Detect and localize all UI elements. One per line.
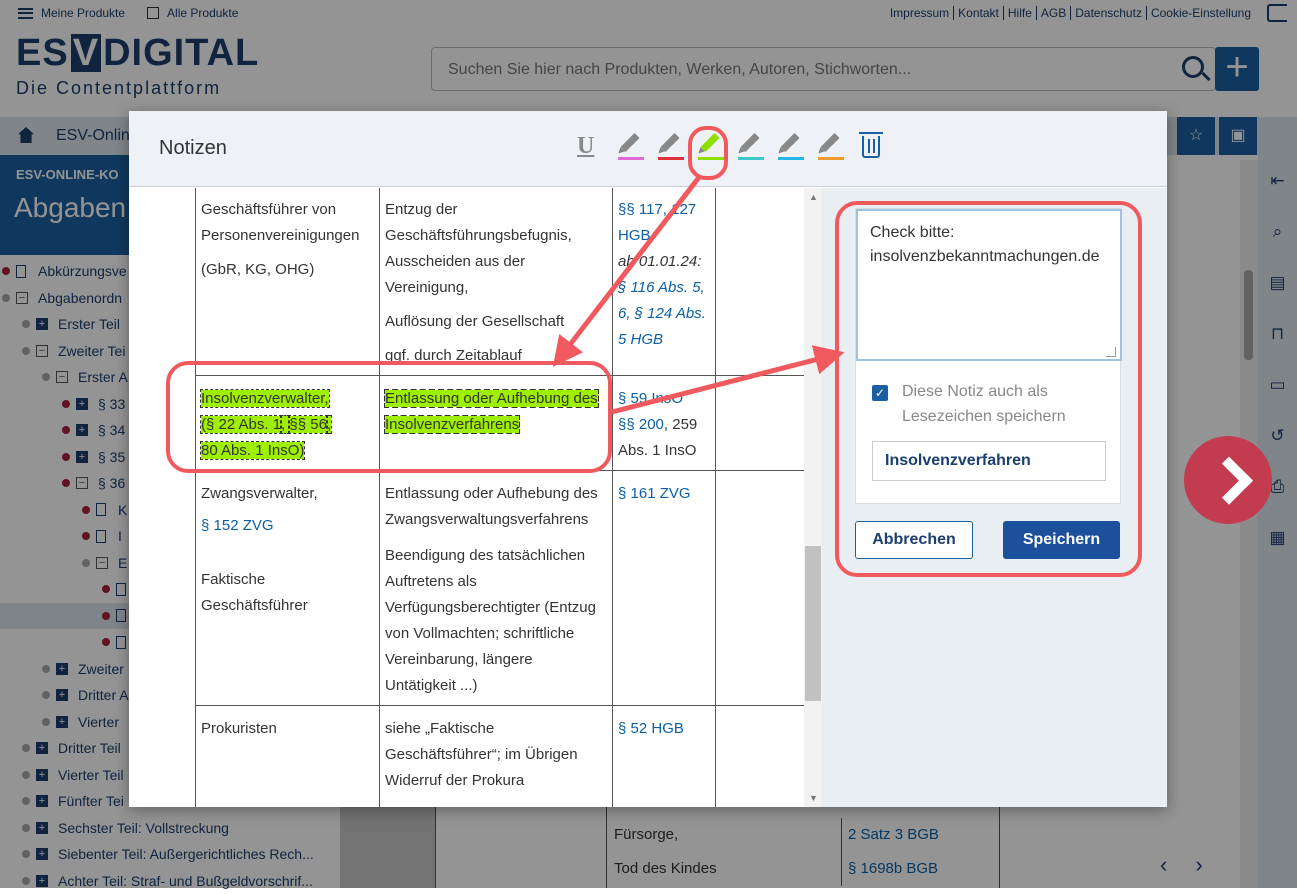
table-row: Zwangsverwalter, § 152 ZVG Faktische Ges… (196, 471, 806, 706)
dialog-header: Notizen U (129, 111, 1167, 187)
highlight-teal-icon[interactable] (734, 133, 774, 165)
document-table: Geschäftsführer von Personenvereinigunge… (195, 188, 806, 807)
next-arrow-icon[interactable] (1184, 436, 1272, 524)
highlight-toolbar: U (574, 133, 894, 165)
table-row: Geschäftsführer von Personenvereinigunge… (196, 188, 806, 376)
table-row: Prokuristen siehe „Faktische Geschäftsfü… (196, 706, 806, 808)
dialog-title: Notizen (159, 137, 227, 160)
highlight-orange-icon[interactable] (814, 133, 854, 165)
trash-icon[interactable] (854, 133, 894, 165)
annotation-highlight-tool (688, 126, 728, 180)
underline-icon[interactable]: U (574, 133, 614, 165)
annotation-highlighted-row (166, 361, 612, 473)
excerpt-scrollbar[interactable]: ▲▼ (804, 188, 822, 807)
document-excerpt: Geschäftsführer von Personenvereinigunge… (129, 188, 822, 807)
annotation-note-panel (835, 201, 1142, 577)
highlight-pink-icon[interactable] (614, 133, 654, 165)
highlight-cyan-icon[interactable] (774, 133, 814, 165)
